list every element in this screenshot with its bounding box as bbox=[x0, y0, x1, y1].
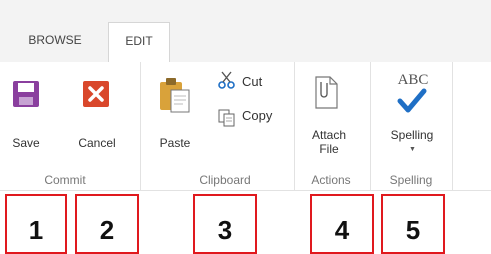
group-divider bbox=[140, 62, 141, 190]
group-divider bbox=[294, 62, 295, 190]
paste-label: Paste bbox=[159, 136, 191, 150]
ribbon-tab-bar: BROWSE EDIT bbox=[0, 0, 491, 63]
group-divider bbox=[370, 62, 371, 190]
callout-4: 4 bbox=[310, 194, 374, 254]
spelling-icon: ABC bbox=[388, 72, 438, 116]
callout-3: 3 bbox=[193, 194, 257, 254]
attach-label-line1: Attach bbox=[311, 128, 347, 142]
group-divider bbox=[452, 62, 453, 190]
attach-label-line2: File bbox=[319, 142, 339, 156]
spelling-group-label: Spelling bbox=[389, 173, 433, 187]
clipboard-group-label: Clipboard bbox=[199, 173, 251, 187]
tab-edit[interactable]: EDIT bbox=[108, 22, 170, 63]
paste-icon bbox=[160, 78, 190, 113]
attach-file-label: Attach File bbox=[304, 128, 354, 156]
spelling-label: Spelling bbox=[390, 128, 434, 142]
cancel-icon bbox=[83, 81, 109, 107]
copy-label: Copy bbox=[242, 108, 273, 123]
copy-icon bbox=[218, 109, 235, 127]
attach-file-icon bbox=[315, 76, 338, 109]
commit-group-label: Commit bbox=[44, 173, 86, 187]
chevron-down-icon: ▼ bbox=[409, 146, 416, 153]
save-label: Save bbox=[12, 136, 40, 150]
ribbon: Save Cancel Commit Paste Cut Copy Clipbo… bbox=[0, 62, 491, 191]
spelling-icon-text: ABC bbox=[397, 72, 429, 88]
tab-browse[interactable]: BROWSE bbox=[10, 22, 100, 62]
callout-5: 5 bbox=[381, 194, 445, 254]
cut-label: Cut bbox=[242, 74, 263, 89]
callout-1: 1 bbox=[5, 194, 67, 254]
cut-icon bbox=[218, 71, 235, 89]
cancel-label: Cancel bbox=[78, 136, 116, 150]
save-icon bbox=[13, 81, 39, 107]
actions-group-label: Actions bbox=[311, 173, 351, 187]
callout-2: 2 bbox=[75, 194, 139, 254]
